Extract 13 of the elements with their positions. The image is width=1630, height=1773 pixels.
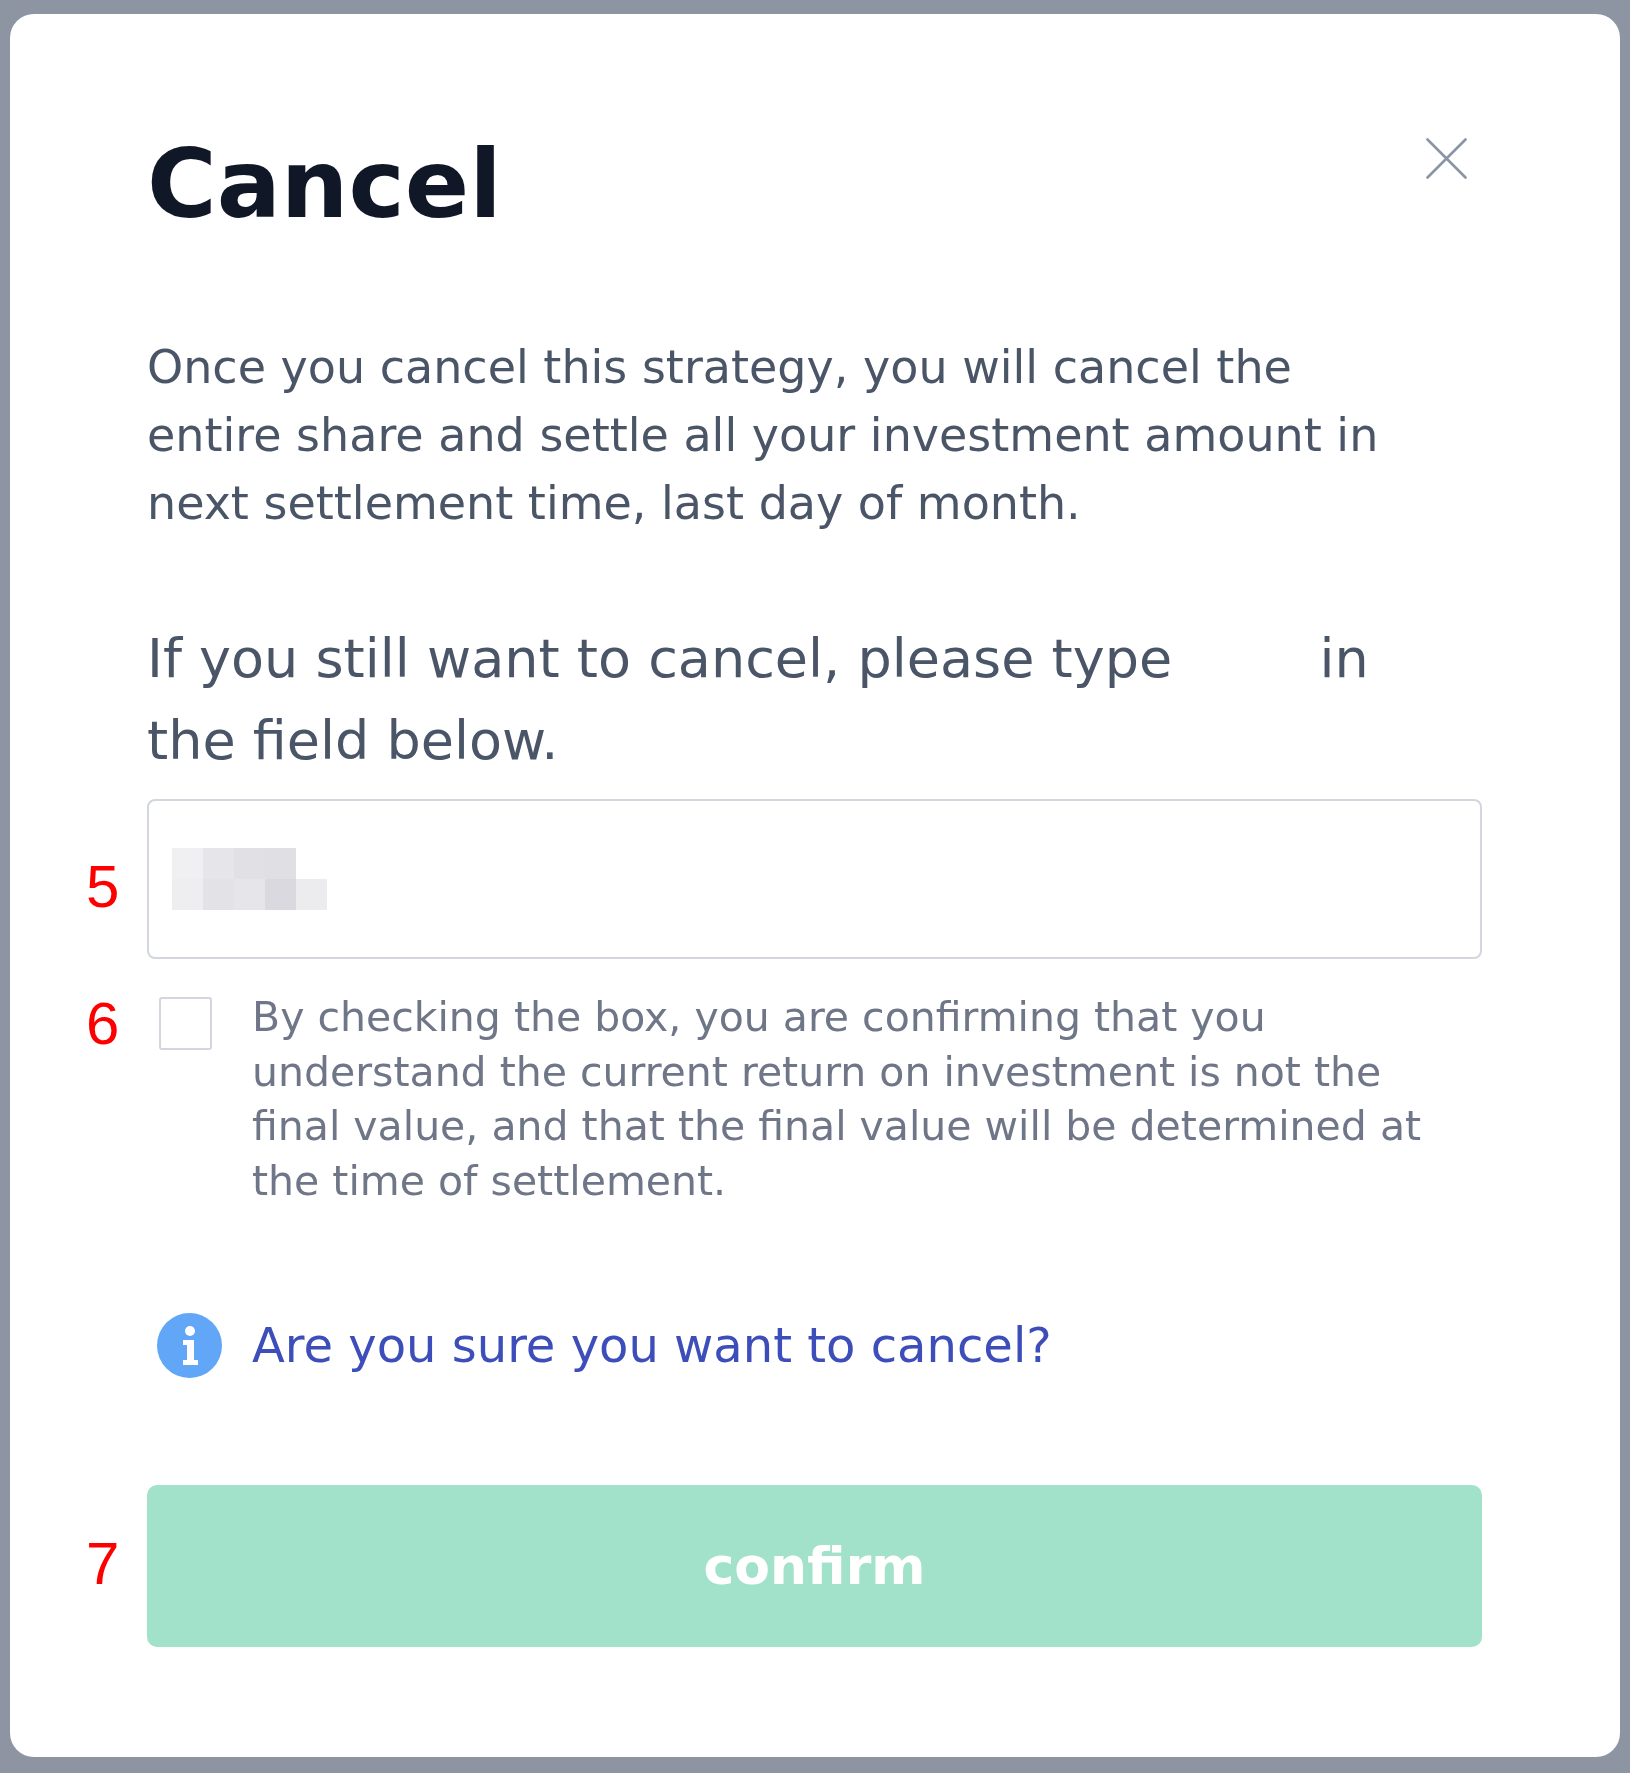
close-icon (1426, 138, 1467, 179)
annotation-number: 7 (86, 1534, 120, 1594)
annotation-number: 6 (86, 994, 120, 1054)
confirmation-question: Are you sure you want to cancel? (252, 1316, 1052, 1375)
agreement-text: By checking the box, you are confirming that you understand the current return on investment is not the final value, and that the final value will be determined at the time of settlement. (252, 992, 1423, 1207)
info-icon (157, 1313, 222, 1378)
checkbox[interactable] (159, 997, 212, 1050)
close-button[interactable] (1426, 138, 1467, 179)
input-field[interactable] (147, 799, 1482, 959)
dialog-title: Cancel (147, 128, 502, 241)
instruction-text: If you still want to cancel, please type in the field below. (147, 626, 1370, 774)
annotation-number: 5 (86, 857, 120, 917)
explanation-text: Once you cancel this strategy, you will cancel the entire share and settle all your investment amount in next settlement time, last day of month. (147, 339, 1380, 532)
